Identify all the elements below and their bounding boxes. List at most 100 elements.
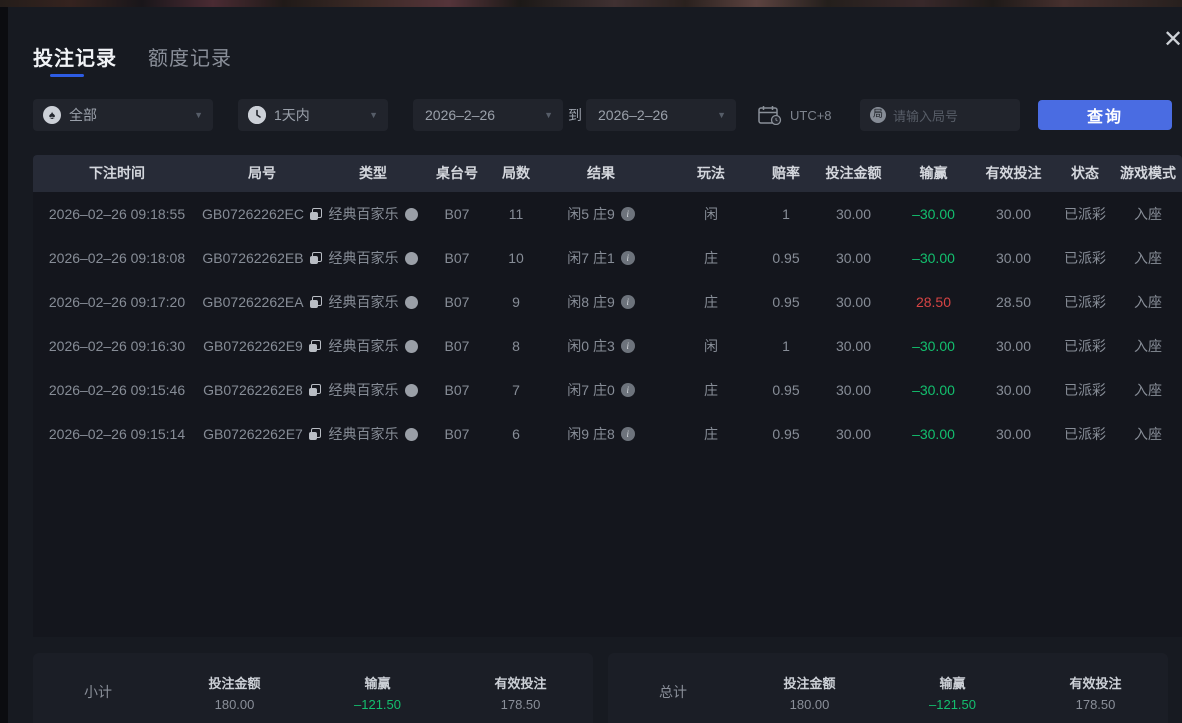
cell-status: 已派彩 bbox=[1064, 250, 1106, 266]
date-from-dropdown[interactable]: 2026–2–26 ▼ bbox=[413, 99, 563, 131]
cell-odds: 0.95 bbox=[772, 294, 800, 310]
cell-rounds: 8 bbox=[512, 338, 520, 354]
copy-icon[interactable] bbox=[309, 208, 322, 220]
cell-table-no: B07 bbox=[444, 338, 470, 354]
info-icon[interactable]: i bbox=[620, 339, 635, 353]
cell-odds: 0.95 bbox=[772, 250, 800, 266]
info-icon[interactable]: i bbox=[620, 251, 635, 265]
game-type-badge-icon bbox=[404, 251, 418, 265]
cell-status: 已派彩 bbox=[1064, 294, 1106, 310]
game-type-dropdown[interactable]: ♠ 全部 ▼ bbox=[33, 99, 213, 131]
round-id-search-input[interactable]: 局 请输入局号 bbox=[860, 99, 1020, 131]
cell-win-loss: –30.00 bbox=[912, 426, 955, 442]
copy-icon[interactable] bbox=[308, 384, 321, 396]
col-header-result: 结果 bbox=[587, 165, 615, 181]
close-icon[interactable]: ✕ bbox=[1160, 27, 1182, 53]
cell-odds: 0.95 bbox=[772, 382, 800, 398]
cell-bet-time: 2026–02–26 09:15:14 bbox=[48, 426, 186, 442]
cell-game-type: 经典百家乐 bbox=[323, 368, 423, 412]
total-win-loss: 输赢 –121.50 bbox=[929, 675, 976, 712]
table-row[interactable]: 2026–02–26 09:18:55 GB07262262EC 经典百家乐 B… bbox=[33, 192, 1182, 236]
chevron-down-icon: ▼ bbox=[194, 110, 203, 120]
cell-game-type: 经典百家乐 bbox=[323, 280, 423, 324]
game-type-badge-icon bbox=[404, 339, 418, 353]
query-button[interactable]: 查询 bbox=[1038, 100, 1172, 130]
chevron-down-icon: ▼ bbox=[369, 110, 378, 120]
table-row[interactable]: 2026–02–26 09:15:14 GB07262262E7 经典百家乐 B… bbox=[33, 412, 1182, 456]
cell-odds: 0.95 bbox=[772, 426, 800, 442]
cell-rounds: 11 bbox=[508, 206, 524, 222]
table-row[interactable]: 2026–02–26 09:18:08 GB07262262EB 经典百家乐 B… bbox=[33, 236, 1182, 280]
bet-records-table: 下注时间 局号 类型 桌台号 局数 结果 玩法 赔率 投注金额 输赢 有效投注 … bbox=[33, 155, 1182, 637]
table-row[interactable]: 2026–02–26 09:15:46 GB07262262E8 经典百家乐 B… bbox=[33, 368, 1182, 412]
cell-bet-time: 2026–02–26 09:18:08 bbox=[48, 250, 186, 266]
cell-round-id: GB07262262E9 bbox=[201, 324, 323, 368]
subtotal-bet-amount: 投注金额 180.00 bbox=[208, 675, 261, 712]
cell-game-type: 经典百家乐 bbox=[323, 324, 423, 368]
date-range-to-label: 到 bbox=[568, 107, 582, 123]
cell-play: 庄 bbox=[704, 426, 718, 442]
cell-play: 庄 bbox=[704, 382, 718, 398]
info-icon[interactable]: i bbox=[620, 207, 635, 221]
timezone-indicator: UTC+8 bbox=[758, 99, 832, 131]
chevron-down-icon: ▼ bbox=[717, 110, 726, 120]
cell-result: 闲7 庄0 i bbox=[541, 368, 661, 412]
table-row[interactable]: 2026–02–26 09:17:20 GB07262262EA 经典百家乐 B… bbox=[33, 280, 1182, 324]
cell-win-loss: –30.00 bbox=[912, 206, 955, 222]
cell-game-type: 经典百家乐 bbox=[323, 236, 423, 280]
cell-valid-bet: 30.00 bbox=[995, 206, 1032, 222]
cell-result: 闲5 庄9 i bbox=[541, 192, 661, 236]
copy-icon[interactable] bbox=[308, 340, 321, 352]
cell-win-loss: 28.50 bbox=[915, 294, 952, 310]
cell-game-mode: 入座 bbox=[1134, 294, 1162, 310]
cell-game-type: 经典百家乐 bbox=[323, 412, 423, 456]
cell-valid-bet: 30.00 bbox=[995, 338, 1032, 354]
info-icon[interactable]: i bbox=[620, 383, 635, 397]
cell-status: 已派彩 bbox=[1064, 426, 1106, 442]
round-icon: 局 bbox=[870, 107, 886, 123]
total-bet-amount: 投注金额 180.00 bbox=[783, 675, 836, 712]
cell-round-id: GB07262262EA bbox=[201, 280, 323, 324]
subtotal-title: 小计 bbox=[84, 684, 112, 700]
game-type-badge-icon bbox=[404, 383, 418, 397]
cell-win-loss: –30.00 bbox=[912, 382, 955, 398]
col-header-game-mode: 游戏模式 bbox=[1120, 165, 1176, 181]
cell-bet-time: 2026–02–26 09:16:30 bbox=[48, 338, 186, 354]
subtotal-card: 小计 投注金额 180.00 输赢 –121.50 有效投注 178.50 bbox=[33, 653, 593, 723]
cell-game-mode: 入座 bbox=[1134, 382, 1162, 398]
info-icon[interactable]: i bbox=[620, 427, 635, 441]
cell-bet-time: 2026–02–26 09:18:55 bbox=[48, 206, 186, 222]
search-placeholder: 请输入局号 bbox=[893, 108, 959, 124]
cell-rounds: 9 bbox=[512, 294, 520, 310]
cell-valid-bet: 30.00 bbox=[995, 426, 1032, 442]
cell-rounds: 7 bbox=[512, 382, 520, 398]
date-to-dropdown[interactable]: 2026–2–26 ▼ bbox=[586, 99, 736, 131]
subtotal-win-loss: 输赢 –121.50 bbox=[354, 675, 401, 712]
copy-icon[interactable] bbox=[309, 252, 322, 264]
chevron-down-icon: ▼ bbox=[544, 110, 553, 120]
cell-table-no: B07 bbox=[444, 250, 470, 266]
table-row[interactable]: 2026–02–26 09:16:30 GB07262262E9 经典百家乐 B… bbox=[33, 324, 1182, 368]
cell-round-id: GB07262262EB bbox=[201, 236, 323, 280]
cell-valid-bet: 30.00 bbox=[995, 382, 1032, 398]
copy-icon[interactable] bbox=[309, 296, 322, 308]
game-type-badge-icon bbox=[404, 207, 418, 221]
col-header-win-loss: 输赢 bbox=[919, 165, 948, 181]
time-range-dropdown[interactable]: 1天内 ▼ bbox=[238, 99, 388, 131]
col-header-bet-amount: 投注金额 bbox=[825, 165, 882, 181]
spade-icon: ♠ bbox=[43, 106, 61, 124]
tab-betting-records[interactable]: 投注记录 bbox=[33, 42, 117, 71]
tab-quota-records[interactable]: 额度记录 bbox=[148, 42, 232, 71]
cell-win-loss: –30.00 bbox=[912, 338, 955, 354]
cell-bet-amount: 30.00 bbox=[835, 250, 872, 266]
game-type-badge-icon bbox=[404, 295, 418, 309]
cell-table-no: B07 bbox=[444, 294, 470, 310]
cell-bet-time: 2026–02–26 09:15:46 bbox=[48, 382, 186, 398]
cell-play: 庄 bbox=[704, 250, 718, 266]
info-icon[interactable]: i bbox=[620, 295, 635, 309]
col-header-bet-time: 下注时间 bbox=[89, 165, 145, 181]
copy-icon[interactable] bbox=[308, 428, 321, 440]
cell-bet-time: 2026–02–26 09:17:20 bbox=[48, 294, 186, 310]
cell-game-mode: 入座 bbox=[1134, 206, 1162, 222]
cell-play: 闲 bbox=[704, 206, 718, 222]
